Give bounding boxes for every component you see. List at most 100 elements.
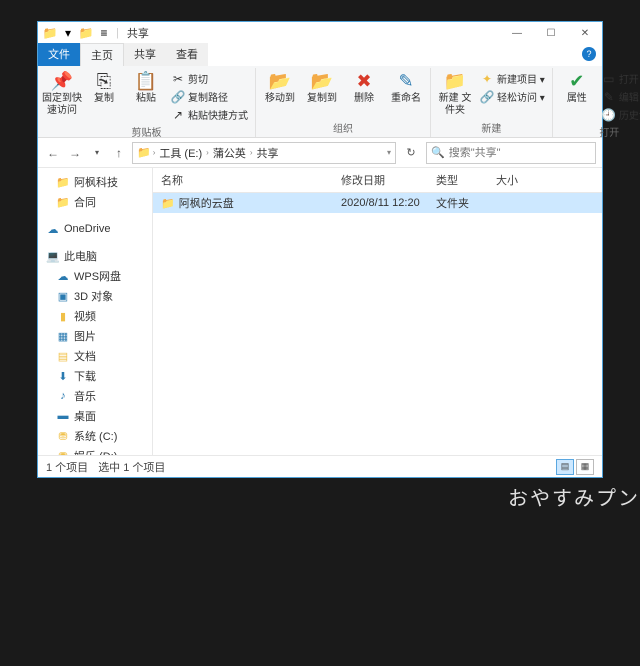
copyto-button[interactable]: 📂复制到 [302, 68, 342, 105]
search-input[interactable] [449, 147, 591, 159]
col-type[interactable]: 类型 [428, 168, 488, 192]
maximize-button[interactable]: ☐ [534, 22, 568, 44]
tree-label: 系统 (C:) [74, 428, 117, 444]
tree-item[interactable]: 💻此电脑 [38, 246, 152, 266]
move-icon: 📂 [269, 70, 291, 92]
history-button[interactable]: 🕘历史记录 [599, 106, 640, 123]
up-button[interactable]: ↑ [110, 143, 128, 163]
nav-tree[interactable]: 📁阿枫科技📁合同☁OneDrive💻此电脑☁WPS网盘▣3D 对象▮视频▦图片▤… [38, 168, 153, 455]
address-bar[interactable]: 📁 › 工具 (E:) › 蒲公英 › 共享 ▾ [132, 142, 396, 164]
open-button[interactable]: ▭打开 ▾ [599, 70, 640, 87]
tree-item[interactable]: ▣ 3D 对象 [38, 286, 152, 306]
tree-item[interactable]: ▬桌面 [38, 406, 152, 426]
tab-home[interactable]: 主页 [80, 43, 124, 66]
paste-button[interactable]: 📋粘贴 [126, 68, 166, 105]
rename-icon: ✎ [395, 70, 417, 92]
back-button[interactable]: ← [44, 143, 62, 163]
forward-button[interactable]: → [66, 143, 84, 163]
column-headers[interactable]: 名称 修改日期 类型 大小 [153, 168, 602, 193]
breadcrumb[interactable]: 蒲公英 [211, 145, 248, 161]
table-row[interactable]: 📁阿枫的云盘2020/8/11 12:20文件夹 [153, 193, 602, 213]
tree-item[interactable]: ☁OneDrive [38, 220, 152, 238]
qat-item[interactable]: ≡ [96, 25, 112, 41]
chevron-down-icon[interactable]: ▾ [387, 148, 391, 157]
icons-view-button[interactable]: ▦ [576, 459, 594, 475]
tab-share[interactable]: 共享 [124, 43, 166, 66]
window-controls: — ☐ ✕ [500, 22, 602, 44]
edit-button[interactable]: ✎编辑 [599, 88, 640, 105]
tree-label: 图片 [74, 328, 96, 344]
tab-view[interactable]: 查看 [166, 43, 208, 66]
col-name[interactable]: 名称 [153, 168, 333, 192]
tree-icon: ⛃ [56, 429, 70, 443]
body: 📁阿枫科技📁合同☁OneDrive💻此电脑☁WPS网盘▣3D 对象▮视频▦图片▤… [38, 168, 602, 455]
copyto-icon: 📂 [311, 70, 333, 92]
tree-icon: ☁ [46, 222, 60, 236]
folder-icon: 📁 [78, 25, 94, 41]
status-count: 1 个项目 [46, 459, 88, 475]
close-button[interactable]: ✕ [568, 22, 602, 44]
tree-icon: 💻 [46, 249, 60, 263]
tree-icon: ♪ [56, 389, 70, 403]
easyaccess-icon: 🔗 [480, 90, 494, 104]
delete-button[interactable]: ✖删除 [344, 68, 384, 105]
shortcut-icon: ↗ [171, 108, 185, 122]
newfolder-button[interactable]: 📁新建 文件夹 [435, 68, 475, 116]
tree-item[interactable]: 📁阿枫科技 [38, 172, 152, 192]
tree-icon: 📁 [56, 195, 70, 209]
easyaccess-button[interactable]: 🔗轻松访问 ▾ [477, 88, 548, 105]
search-icon: 🔍 [431, 146, 445, 159]
cut-icon: ✂ [171, 72, 185, 86]
tree-label: 文档 [74, 348, 96, 364]
tree-label: WPS网盘 [74, 268, 121, 284]
group-clipboard: 📌固定到快 速访问 ⎘复制 📋粘贴 ✂剪切 🔗复制路径 ↗粘贴快捷方式 剪贴板 [38, 68, 256, 137]
tree-item[interactable]: ♪音乐 [38, 386, 152, 406]
chevron-right-icon: › [250, 148, 253, 157]
tree-item[interactable]: ⛃ 系统 (C:) [38, 426, 152, 446]
tree-label: 3D 对象 [74, 288, 113, 304]
tree-icon: ▦ [56, 329, 70, 343]
copy-button[interactable]: ⎘复制 [84, 68, 124, 105]
moveto-button[interactable]: 📂移动到 [260, 68, 300, 105]
newitem-button[interactable]: ✦新建项目 ▾ [477, 70, 548, 87]
tree-item[interactable]: ▦ 图片 [38, 326, 152, 346]
tree-icon: ⬇ [56, 369, 70, 383]
tree-item[interactable]: ⛃娱乐 (D:) [38, 446, 152, 455]
tree-item[interactable]: ▤文档 [38, 346, 152, 366]
refresh-button[interactable]: ↻ [400, 142, 422, 164]
qat-dropdown-icon[interactable]: ▾ [60, 25, 76, 41]
recent-dropdown[interactable]: ▾ [88, 143, 106, 163]
cut-button[interactable]: ✂剪切 [168, 70, 251, 87]
folder-icon: 📁 [137, 146, 151, 159]
props-icon: ✔ [566, 70, 588, 92]
pin-button[interactable]: 📌固定到快 速访问 [42, 68, 82, 116]
minimize-button[interactable]: — [500, 22, 534, 44]
breadcrumb[interactable]: 共享 [255, 145, 281, 161]
folder-icon: 📁 [161, 197, 175, 210]
group-organize: 📂移动到 📂复制到 ✖删除 ✎重命名 组织 [256, 68, 431, 137]
tree-icon: ▣ [56, 289, 70, 303]
pasteshortcut-button[interactable]: ↗粘贴快捷方式 [168, 106, 251, 123]
tab-file[interactable]: 文件 [38, 43, 80, 66]
tree-item[interactable]: ☁WPS网盘 [38, 266, 152, 286]
rename-button[interactable]: ✎重命名 [386, 68, 426, 105]
tree-item[interactable]: ▮视频 [38, 306, 152, 326]
tree-label: 下载 [74, 368, 96, 384]
search-box[interactable]: 🔍 [426, 142, 596, 164]
nav-row: ← → ▾ ↑ 📁 › 工具 (E:) › 蒲公英 › 共享 ▾ ↻ 🔍 [38, 138, 602, 168]
group-open: ✔属性 ▭打开 ▾ ✎编辑 🕘历史记录 打开 [553, 68, 640, 137]
tree-item[interactable]: ⬇ 下载 [38, 366, 152, 386]
col-size[interactable]: 大小 [488, 168, 538, 192]
edit-icon: ✎ [602, 90, 616, 104]
separator: | [116, 27, 119, 39]
details-view-button[interactable]: ▤ [556, 459, 574, 475]
ribbon-tabs: 文件 主页 共享 查看 ? [38, 44, 602, 66]
file-list: 名称 修改日期 类型 大小 📁阿枫的云盘2020/8/11 12:20文件夹 [153, 168, 602, 455]
copypath-button[interactable]: 🔗复制路径 [168, 88, 251, 105]
col-date[interactable]: 修改日期 [333, 168, 428, 192]
properties-button[interactable]: ✔属性 [557, 68, 597, 105]
chevron-right-icon: › [153, 148, 156, 157]
help-icon[interactable]: ? [582, 47, 596, 61]
tree-item[interactable]: 📁合同 [38, 192, 152, 212]
breadcrumb[interactable]: 工具 (E:) [157, 145, 204, 161]
